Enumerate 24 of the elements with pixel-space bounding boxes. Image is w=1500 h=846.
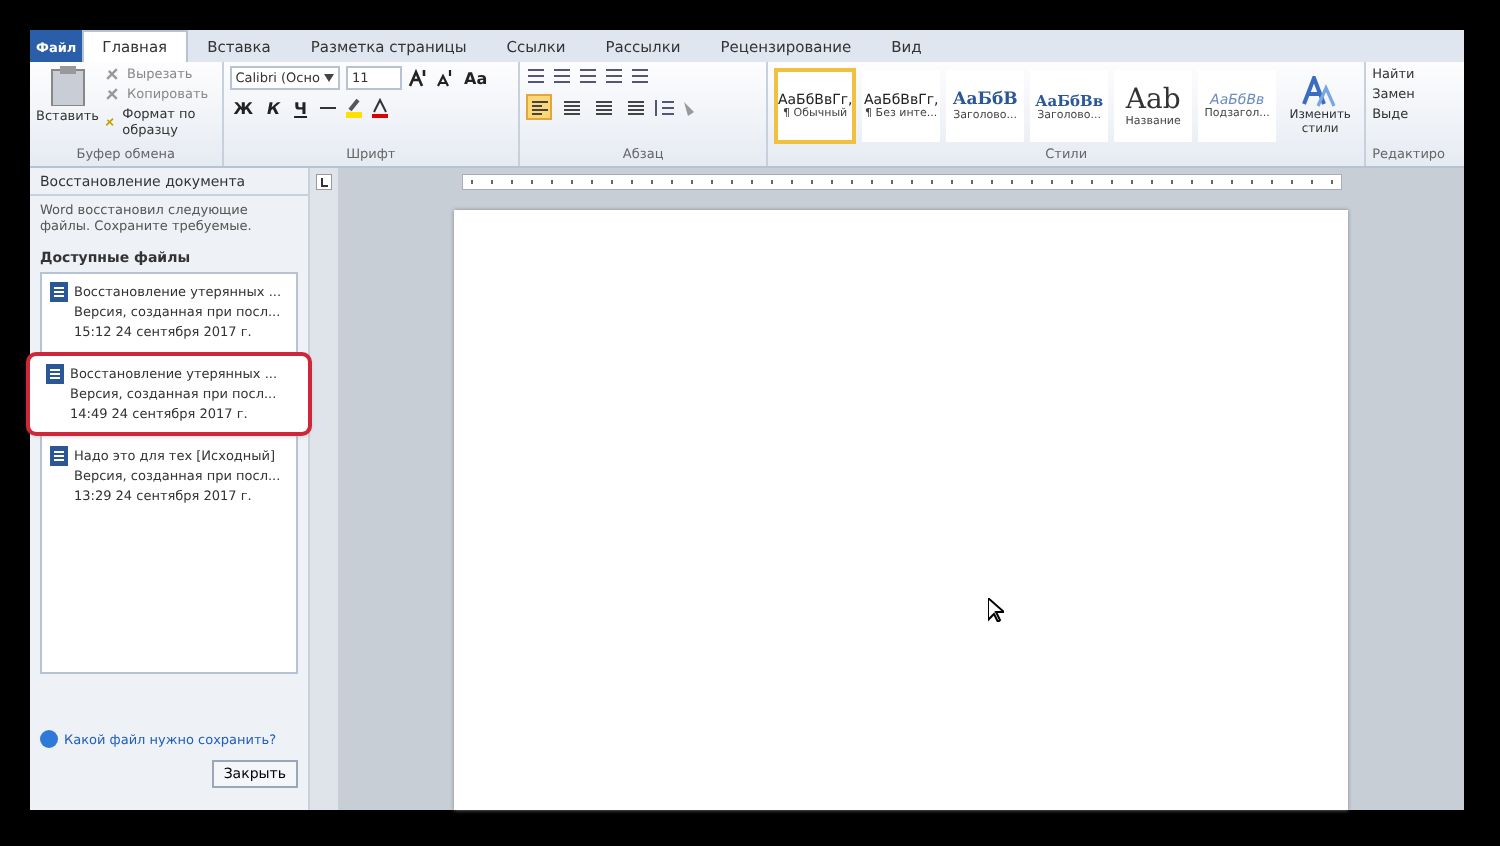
align-button[interactable]: [526, 94, 553, 120]
document-icon: [50, 446, 68, 466]
line-spacing-icon[interactable]: [654, 97, 675, 117]
highlight-icon[interactable]: [343, 98, 364, 118]
list-icon[interactable]: [526, 66, 547, 86]
format-button[interactable]: Ж: [229, 99, 257, 117]
tab-stop-icon[interactable]: [316, 174, 332, 190]
font-color-icon[interactable]: [369, 98, 390, 118]
list-icon[interactable]: [630, 66, 651, 86]
change-case-button[interactable]: Aa: [460, 69, 492, 87]
format-button[interactable]: К: [263, 99, 285, 117]
styles-icon: [1302, 76, 1339, 108]
list-icon[interactable]: [578, 66, 599, 86]
mouse-pointer-icon: [988, 598, 1004, 622]
document-icon: [50, 282, 68, 302]
format-button[interactable]: Ч: [290, 99, 312, 117]
grow-font-icon[interactable]: [408, 68, 429, 88]
document-icon: [46, 364, 64, 384]
list-icon[interactable]: [552, 66, 573, 86]
list-icon[interactable]: [604, 66, 625, 86]
dropdown-caret-icon: [324, 74, 335, 82]
help-icon: [40, 730, 58, 748]
shrink-font-icon[interactable]: [434, 68, 455, 88]
clipboard-icon: [49, 66, 86, 106]
